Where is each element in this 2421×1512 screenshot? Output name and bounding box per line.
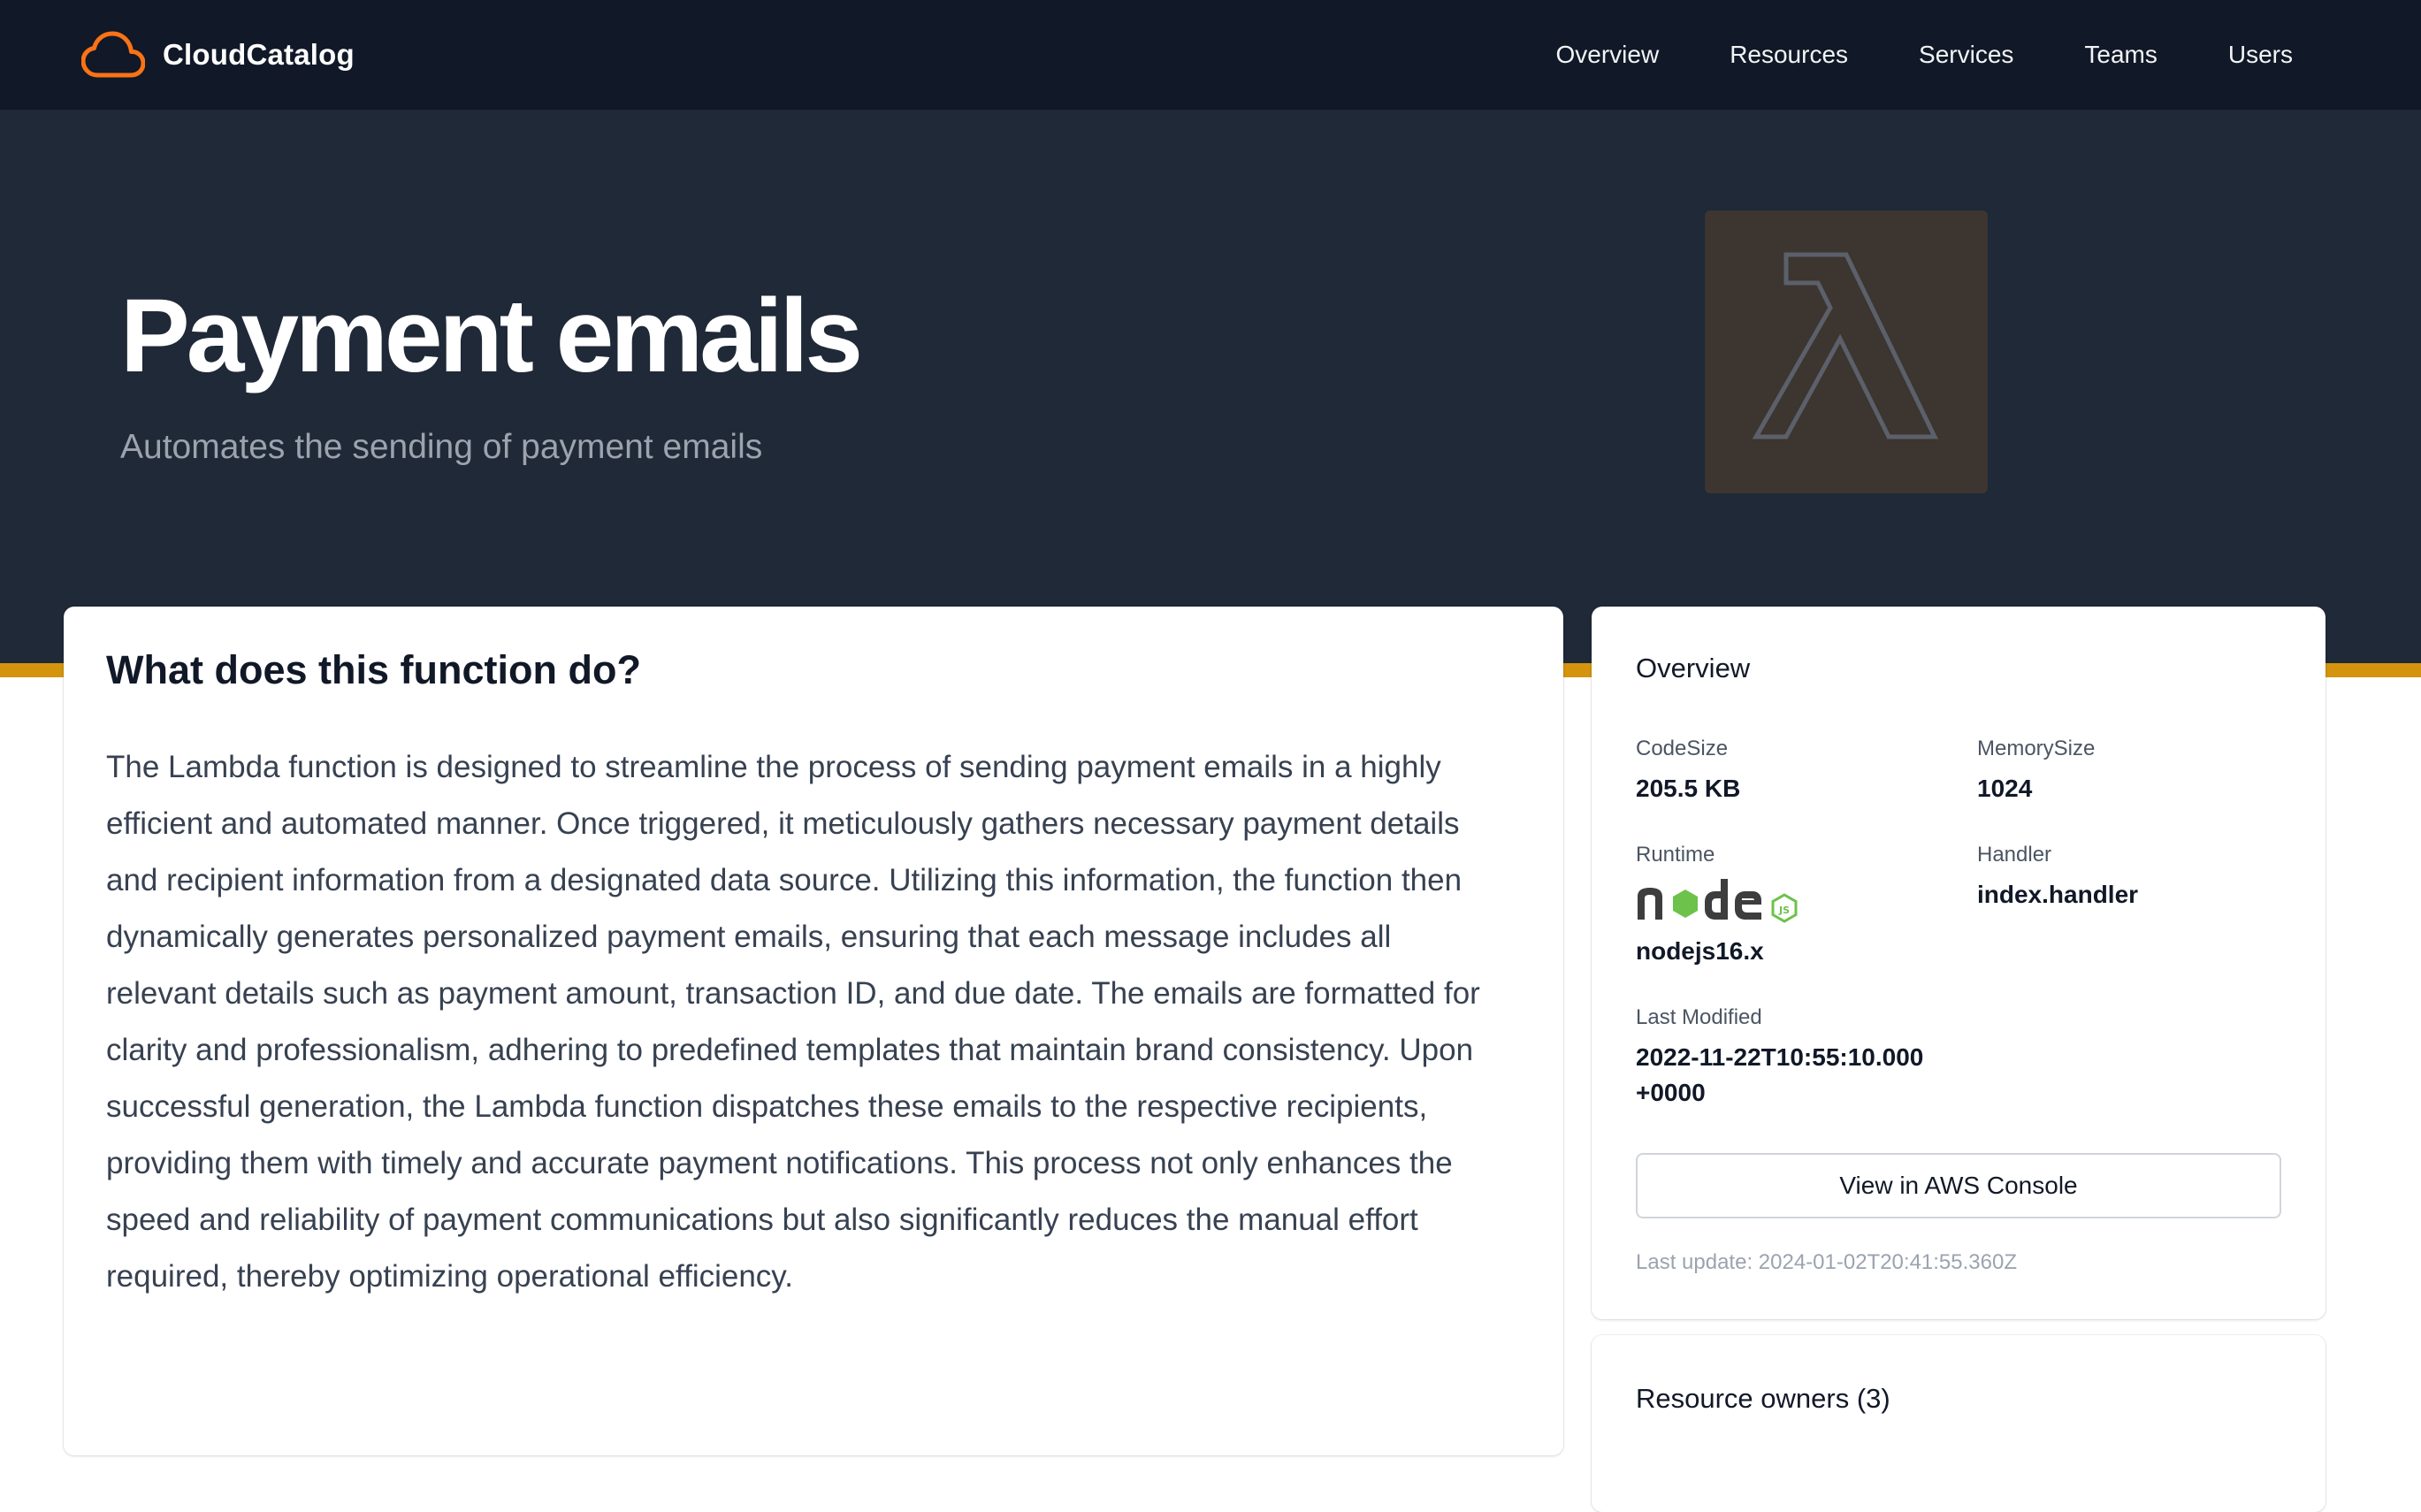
top-navigation-bar: CloudCatalog Overview Resources Services…: [0, 0, 2421, 110]
description-text: The Lambda function is designed to strea…: [106, 750, 1480, 1294]
last-update-timestamp: Last update: 2024-01-02T20:41:55.360Z: [1636, 1250, 2017, 1274]
aws-lambda-icon: [1705, 210, 1988, 493]
code-size-value: 205.5 KB: [1636, 775, 1741, 802]
overview-card: Overview CodeSize 205.5 KB MemorySize 10…: [1592, 607, 2326, 1319]
nav-resources[interactable]: Resources: [1730, 41, 1848, 69]
resource-owners-card: Resource owners (3): [1592, 1335, 2326, 1512]
description-heading: What does this function do?: [106, 647, 641, 692]
brand-home-link[interactable]: CloudCatalog: [81, 25, 355, 85]
handler-value: index.handler: [1977, 881, 2139, 908]
page-subtitle: Automates the sending of payment emails: [120, 428, 763, 466]
code-size-label: CodeSize: [1636, 737, 1729, 760]
function-description-card: What does this function do? The Lambda f…: [64, 607, 1563, 1455]
last-modified-value: 2022-11-22T10:55:10.000+0000: [1636, 1043, 1924, 1106]
nav-services[interactable]: Services: [1919, 41, 2013, 69]
nav-users[interactable]: Users: [2228, 41, 2293, 69]
memory-size-value: 1024: [1977, 775, 2033, 802]
page-title: Payment emails: [120, 278, 863, 394]
resource-owners-heading: Resource owners (3): [1636, 1383, 1890, 1414]
main-nav: Overview Resources Services Teams Users: [1555, 0, 2293, 110]
cloud-icon: [81, 31, 145, 78]
nav-overview[interactable]: Overview: [1555, 41, 1659, 69]
overview-heading: Overview: [1636, 653, 1751, 683]
svg-text:JS: JS: [1778, 905, 1790, 916]
last-modified-label: Last Modified: [1636, 1005, 1762, 1029]
memory-size-label: MemorySize: [1977, 737, 2096, 760]
view-in-aws-console-button[interactable]: View in AWS Console: [1636, 1153, 2281, 1218]
runtime-value: nodejs16.x: [1636, 937, 1764, 965]
nodejs-logo-icon: JS: [1638, 879, 1798, 923]
runtime-label: Runtime: [1636, 843, 1715, 867]
nav-teams[interactable]: Teams: [2084, 41, 2157, 69]
brand-name: CloudCatalog: [163, 38, 355, 71]
handler-label: Handler: [1977, 843, 2052, 867]
